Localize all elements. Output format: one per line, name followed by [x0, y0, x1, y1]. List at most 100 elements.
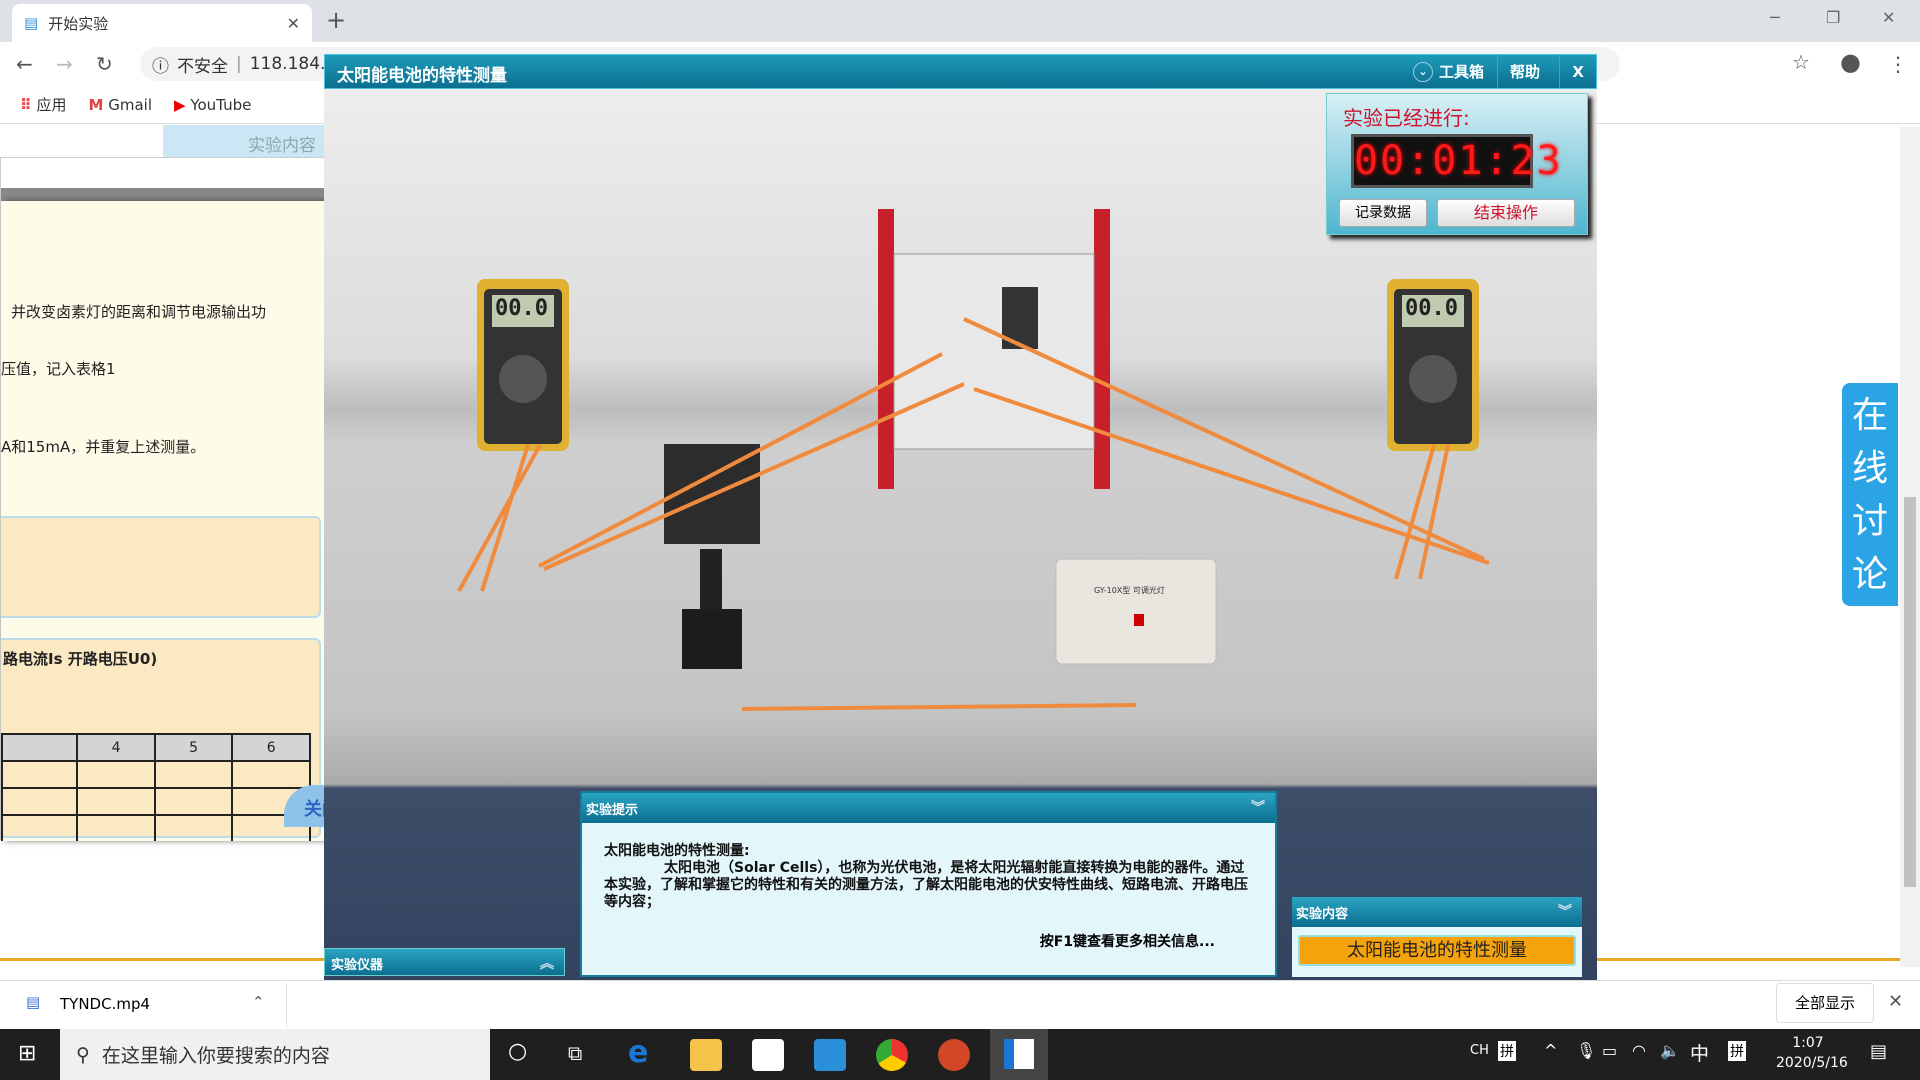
active-app-button[interactable] [990, 1029, 1048, 1080]
hint-more: 按F1键查看更多相关信息... [1039, 934, 1215, 950]
elapsed-time: 00:01:23 [1351, 134, 1561, 188]
task-view-icon[interactable]: ⧉ [568, 1041, 582, 1065]
language-indicator[interactable]: 中 [1690, 1039, 1709, 1066]
show-all-button[interactable]: 全部显示 [1776, 983, 1874, 1023]
chevron-up-icon[interactable]: ^ [1544, 1041, 1557, 1060]
ime-indicator[interactable]: CH [1470, 1043, 1489, 1058]
battery-icon[interactable]: ▭ [1602, 1041, 1617, 1060]
profile-icon[interactable]: ● [1840, 48, 1861, 76]
page-scrollbar[interactable] [1900, 127, 1920, 967]
notification-icon[interactable]: ▤ [1870, 1041, 1887, 1062]
table-cell[interactable] [1, 760, 79, 789]
section-title: 路电流Is 开路电压U0) [3, 650, 158, 668]
table-header-cell: 5 [153, 733, 234, 762]
powerpoint-icon[interactable] [938, 1039, 970, 1071]
table-header-cell: 6 [231, 733, 311, 762]
app-title: 太阳能电池的特性测量 [337, 66, 507, 86]
content-header[interactable]: 实验内容 ︾ [1292, 897, 1582, 927]
menu-icon[interactable]: ⋮ [1888, 52, 1908, 76]
scroll-thumb[interactable] [1904, 497, 1916, 887]
table-cell[interactable] [153, 760, 234, 789]
online-discussion-button[interactable]: 在线讨论 [1842, 383, 1898, 606]
halogen-lamp[interactable] [664, 444, 760, 669]
table-cell[interactable] [1, 787, 79, 816]
table-cell[interactable] [76, 760, 156, 789]
table-cell[interactable] [76, 814, 156, 841]
taskbar-search[interactable]: ⚲ 在这里输入你要搜索的内容 [60, 1029, 490, 1080]
windows-start-icon[interactable]: ⊞ [18, 1041, 36, 1066]
reload-icon[interactable]: ↻ [96, 52, 113, 76]
close-window-icon[interactable]: ✕ [1882, 8, 1895, 27]
instructions-paper: 并改变卤素灯的距离和调节电源输出功 压值，记入表格1 A和15mA，并重复上述测… [1, 201, 353, 841]
file-explorer-icon[interactable] [690, 1039, 722, 1071]
instruction-line: 压值，记入表格1 [1, 360, 116, 378]
instruction-line: A和15mA，并重复上述测量。 [1, 438, 206, 456]
apps-icon: ⠿ [20, 96, 32, 114]
chevron-up-icon[interactable]: ⌃ [252, 993, 265, 1011]
edge-icon[interactable]: e [628, 1035, 660, 1070]
time: 1:07 [1792, 1035, 1824, 1051]
bookmark-gmail[interactable]: M Gmail [89, 96, 152, 114]
toolbox-button[interactable]: ⌄ 工具箱 [1401, 55, 1496, 88]
download-file[interactable]: TYNDC.mp4 [60, 995, 150, 1013]
instruments-panel-header[interactable]: 实验仪器 ︽ [324, 948, 565, 976]
expand-icon[interactable]: ︽ [540, 953, 554, 973]
star-icon[interactable]: ☆ [1792, 50, 1810, 74]
table-cell[interactable] [231, 760, 311, 789]
table-header-cell [1, 733, 79, 762]
gmail-icon: M [88, 95, 104, 114]
store-icon[interactable] [752, 1039, 784, 1071]
cortana-icon[interactable]: ○ [508, 1039, 527, 1064]
page-icon: ▤ [24, 14, 39, 32]
tab-title: 开始实验 [48, 14, 109, 33]
collapse-icon[interactable]: ︾ [1558, 901, 1572, 921]
minimize-icon[interactable]: ─ [1770, 8, 1780, 27]
timer-panel: 实验已经进行: 00:01:23 记录数据 结束操作 [1326, 93, 1588, 235]
search-placeholder: 在这里输入你要搜索的内容 [101, 1045, 330, 1067]
wifi-icon[interactable]: ◠ [1632, 1041, 1646, 1060]
tab-experiment-content[interactable]: 实验内容 [163, 125, 324, 157]
bookmark-apps[interactable]: ⠿ 应用 [20, 94, 67, 115]
table-cell[interactable] [76, 787, 156, 816]
back-icon[interactable]: ← [16, 52, 33, 76]
hint-panel: 实验提示 ︾ 太阳能电池的特性测量: 太阳电池（Solar Cells），也称为光伏… [580, 791, 1277, 977]
table-cell[interactable] [1, 814, 79, 841]
bookmark-label: 应用 [36, 96, 67, 114]
lamp-power-supply[interactable]: GY-10X型 可调光灯 [1055, 558, 1217, 665]
table-cell[interactable] [153, 787, 234, 816]
mail-icon[interactable] [814, 1039, 846, 1071]
circuit-board[interactable] [878, 209, 1110, 489]
app-close-button[interactable]: X [1559, 55, 1596, 88]
collapse-icon[interactable]: ︾ [1251, 797, 1265, 817]
chrome-icon[interactable] [876, 1039, 908, 1071]
restore-icon[interactable]: ❐ [1826, 8, 1840, 27]
youtube-icon: ▶ [174, 95, 186, 114]
close-tab-icon[interactable]: ✕ [287, 14, 300, 33]
close-download-bar-icon[interactable]: ✕ [1888, 991, 1903, 1012]
table-cell[interactable] [153, 814, 234, 841]
taskbar: ⊞ ⚲ 在这里输入你要搜索的内容 ○ ⧉ e CH 拼 ^ 🎙 ▭ ◠ 🔈 中 拼… [0, 1029, 1920, 1080]
toolbox-label: 工具箱 [1438, 63, 1484, 81]
divider [286, 983, 287, 1027]
hint-header[interactable]: 实验提示 ︾ [582, 793, 1275, 823]
timer-label: 实验已经进行: [1343, 106, 1470, 130]
divider [0, 958, 324, 961]
new-tab-button[interactable]: + [326, 6, 346, 34]
ime-mode[interactable]: 拼 [1728, 1041, 1746, 1061]
end-operation-button[interactable]: 结束操作 [1437, 199, 1575, 227]
browser-tab[interactable]: ▤ 开始实验 ✕ [12, 4, 312, 42]
record-data-button[interactable]: 记录数据 [1339, 199, 1427, 227]
microphone-icon[interactable]: 🎙 [1576, 1041, 1596, 1060]
volume-icon[interactable]: 🔈 [1660, 1041, 1680, 1060]
forward-icon[interactable]: → [56, 52, 73, 76]
security-label: 不安全 [177, 56, 228, 77]
ime-mode[interactable]: 拼 [1498, 1041, 1516, 1061]
bookmark-youtube[interactable]: ▶ YouTube [174, 96, 251, 114]
clock[interactable]: 1:07 2020/5/16 [1776, 1033, 1848, 1073]
hint-title: 实验提示 [586, 803, 639, 818]
content-item[interactable]: 太阳能电池的特性测量 [1298, 935, 1576, 966]
instruction-line: 并改变卤素灯的距离和调节电源输出功 [11, 303, 267, 321]
hint-heading: 太阳能电池的特性测量: [604, 843, 750, 859]
help-button[interactable]: 帮助 [1496, 55, 1552, 88]
bookmark-label: YouTube [190, 95, 252, 114]
